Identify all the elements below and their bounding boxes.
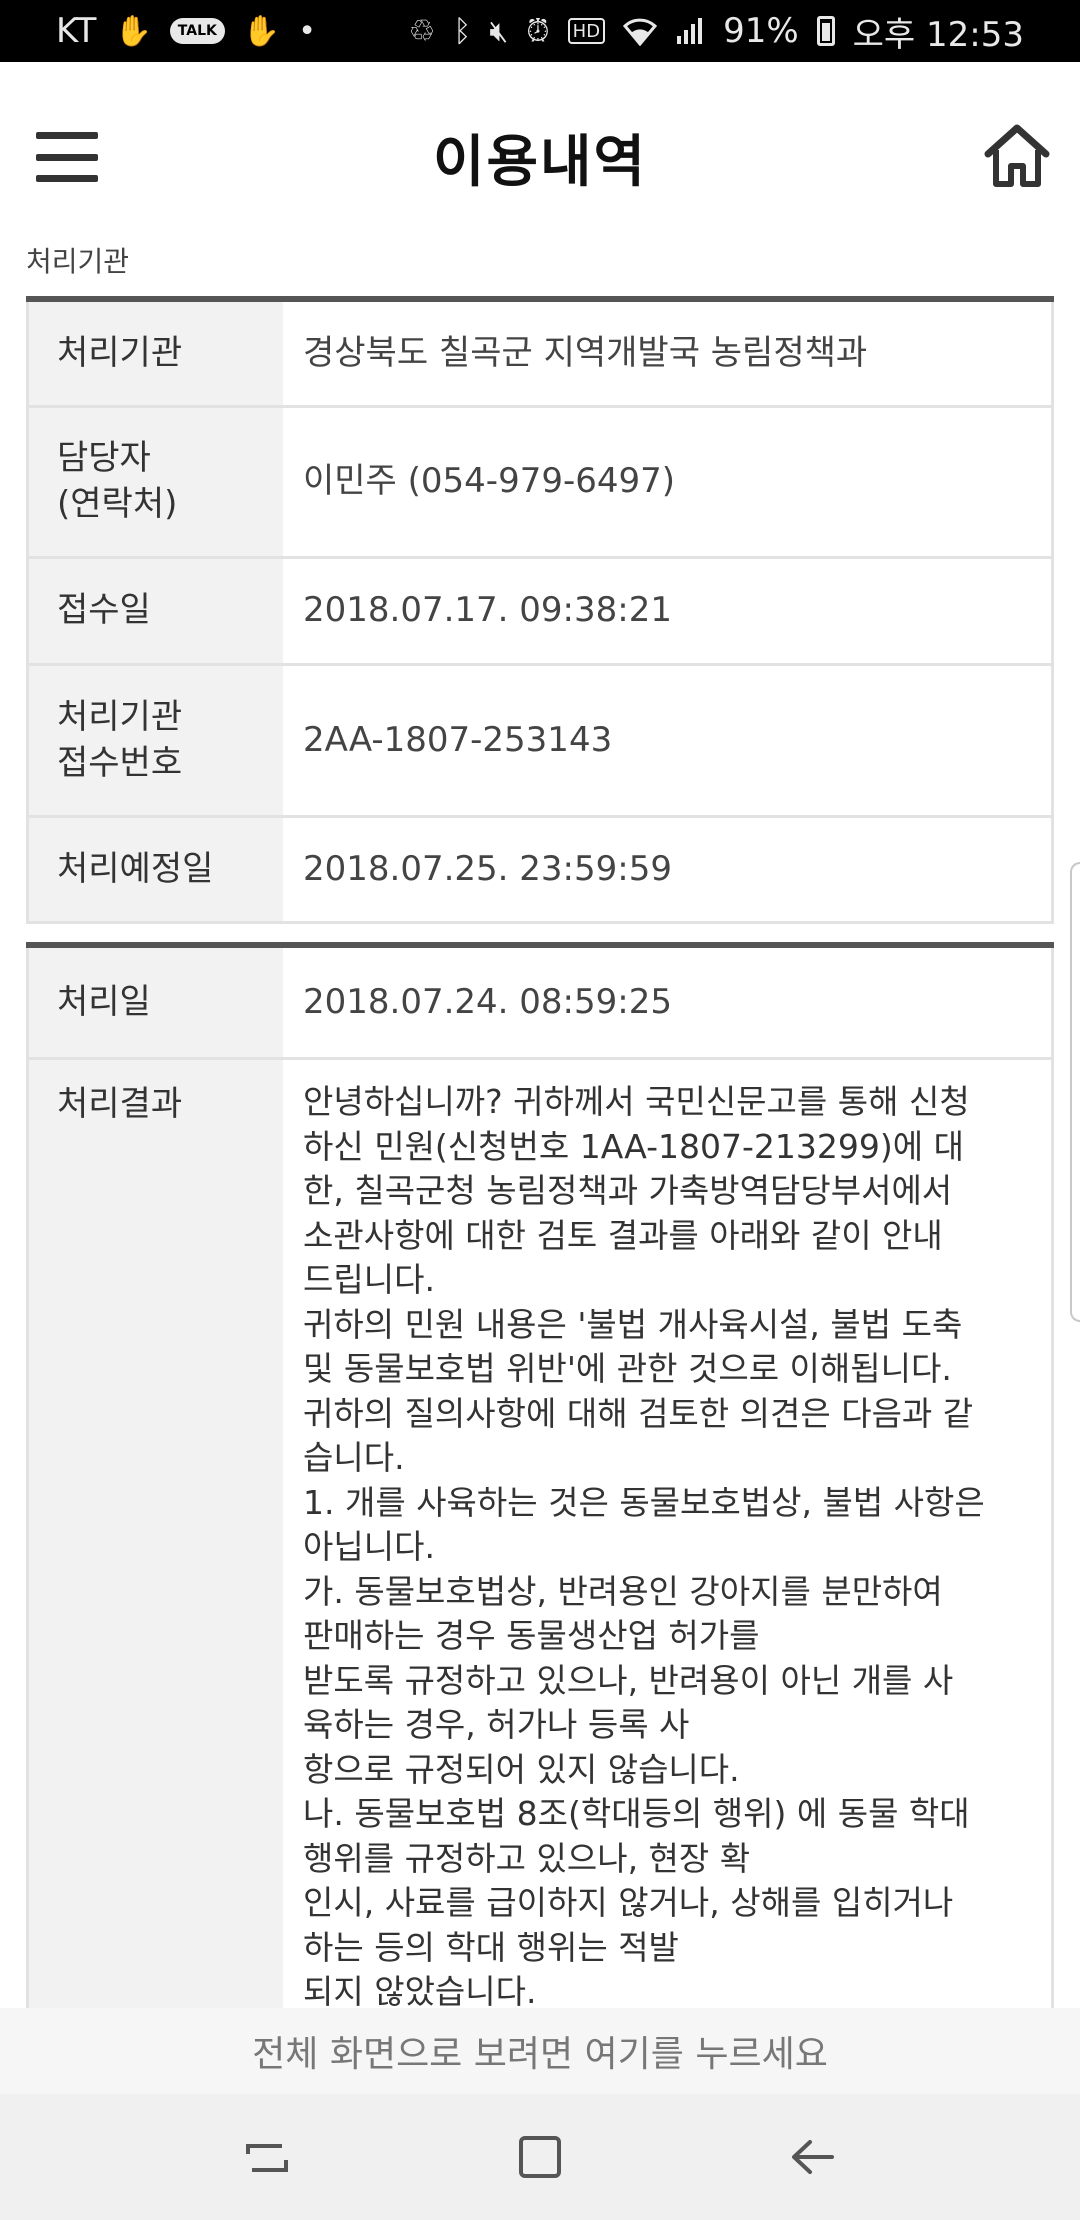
row-value: 2018.07.17. 09:38:21	[283, 559, 1054, 663]
recents-icon[interactable]	[227, 2117, 307, 2197]
row-label: 접수일	[26, 559, 283, 663]
alarm-icon: ⏰︎	[526, 13, 550, 49]
hand-gesture-icon: ✋	[242, 13, 281, 49]
contact-label: 담당자 (연락처)	[57, 438, 178, 524]
page-title: 이용내역	[432, 129, 648, 195]
row-label: 처리기관	[26, 302, 283, 405]
back-icon[interactable]	[773, 2117, 853, 2197]
home-icon[interactable]	[980, 118, 1054, 192]
fullscreen-notice-button[interactable]: 전체 화면으로 보려면 여기를 누르세요	[0, 2008, 1080, 2094]
row-label: 처리결과	[26, 1060, 283, 2060]
row-label: 처리기관 접수번호	[26, 666, 283, 815]
battery-percent: 91%	[723, 11, 799, 51]
edge-panel-handle[interactable]	[1070, 862, 1080, 1322]
hd-voice-icon: HD	[567, 18, 606, 44]
row-value: 2AA-1807-253143	[283, 666, 1054, 815]
table-row: 접수일 2018.07.17. 09:38:21	[26, 559, 1054, 666]
system-nav-bar	[0, 2094, 1080, 2220]
status-bar: KT ✋ TALK ✋ • ♲ ᛒ 🔇︎ ⏰︎ HD 91% 오후 12:53	[0, 0, 1080, 62]
app-header: 이용내역	[0, 62, 1080, 252]
kakaotalk-icon: TALK	[169, 13, 225, 49]
result-table: 처리일 2018.07.24. 08:59:25 처리결과 안녕하십니까? 귀하…	[26, 942, 1054, 2060]
receipt-number-label: 처리기관 접수번호	[57, 696, 183, 783]
processed-date-value: 2018.07.24. 08:59:25	[303, 981, 672, 1022]
table-row: 처리결과 안녕하십니까? 귀하께서 국민신문고를 통해 신청 하신 민원(신청번…	[26, 1060, 1054, 2060]
hand-gesture-icon: ✋	[114, 13, 152, 49]
row-value: 2018.07.25. 23:59:59	[283, 818, 1054, 921]
row-label: 처리예정일	[26, 818, 283, 921]
due-date-value: 2018.07.25. 23:59:59	[303, 848, 672, 889]
mute-icon: 🔇︎	[489, 13, 509, 49]
row-label: 담당자 (연락처)	[26, 408, 283, 556]
row-label: 처리일	[26, 948, 283, 1057]
received-date-label: 접수일	[57, 590, 151, 631]
agency-label: 처리기관	[57, 332, 183, 373]
result-label: 처리결과	[57, 1084, 183, 1124]
row-value: 이민주 (054-979-6497)	[283, 408, 1054, 556]
table-row: 처리기관 접수번호 2AA-1807-253143	[26, 666, 1054, 818]
received-date-value: 2018.07.17. 09:38:21	[303, 590, 672, 631]
due-date-label: 처리예정일	[57, 848, 214, 889]
result-text: 안녕하십니까? 귀하께서 국민신문고를 통해 신청 하신 민원(신청번호 1AA…	[303, 1082, 985, 2011]
wifi-icon	[623, 13, 658, 49]
menu-line	[36, 153, 98, 161]
signal-icon	[675, 13, 705, 49]
row-value: 안녕하십니까? 귀하께서 국민신문고를 통해 신청 하신 민원(신청번호 1AA…	[283, 1060, 1054, 2060]
battery-icon	[816, 16, 835, 46]
talk-label: TALK	[169, 18, 225, 44]
table-row: 처리예정일 2018.07.25. 23:59:59	[26, 818, 1054, 924]
processed-date-label: 처리일	[57, 981, 151, 1022]
sync-icon: ♲	[408, 13, 436, 49]
menu-line	[36, 175, 98, 182]
contact-value: 이민주 (054-979-6497)	[303, 461, 676, 502]
receipt-number-value: 2AA-1807-253143	[303, 719, 613, 760]
table-row: 담당자 (연락처) 이민주 (054-979-6497)	[26, 408, 1054, 559]
overview-icon[interactable]	[500, 2117, 580, 2197]
agency-value: 경상북도 칠곡군 지역개발국 농림정책과	[303, 332, 868, 373]
menu-line	[36, 132, 98, 139]
carrier-label: KT	[56, 11, 97, 51]
fullscreen-notice-text: 전체 화면으로 보려면 여기를 누르세요	[252, 2034, 828, 2075]
status-right: ♲ ᛒ 🔇︎ ⏰︎ HD 91% 오후 12:53	[408, 7, 1024, 56]
hamburger-menu-icon[interactable]	[36, 132, 98, 182]
status-left: KT ✋ TALK ✋ •	[56, 11, 316, 51]
row-value: 2018.07.24. 08:59:25	[283, 948, 1054, 1057]
agency-info-table: 처리기관 경상북도 칠곡군 지역개발국 농림정책과 담당자 (연락처) 이민주 …	[26, 296, 1054, 924]
dot-icon: •	[298, 13, 316, 49]
table-row: 처리일 2018.07.24. 08:59:25	[26, 948, 1054, 1060]
row-value: 경상북도 칠곡군 지역개발국 농림정책과	[283, 302, 1054, 405]
clock: 오후 12:53	[852, 14, 1024, 55]
section-label: 처리기관	[26, 245, 130, 278]
bluetooth-icon: ᛒ	[453, 13, 472, 49]
table-row: 처리기관 경상북도 칠곡군 지역개발국 농림정책과	[26, 302, 1054, 408]
